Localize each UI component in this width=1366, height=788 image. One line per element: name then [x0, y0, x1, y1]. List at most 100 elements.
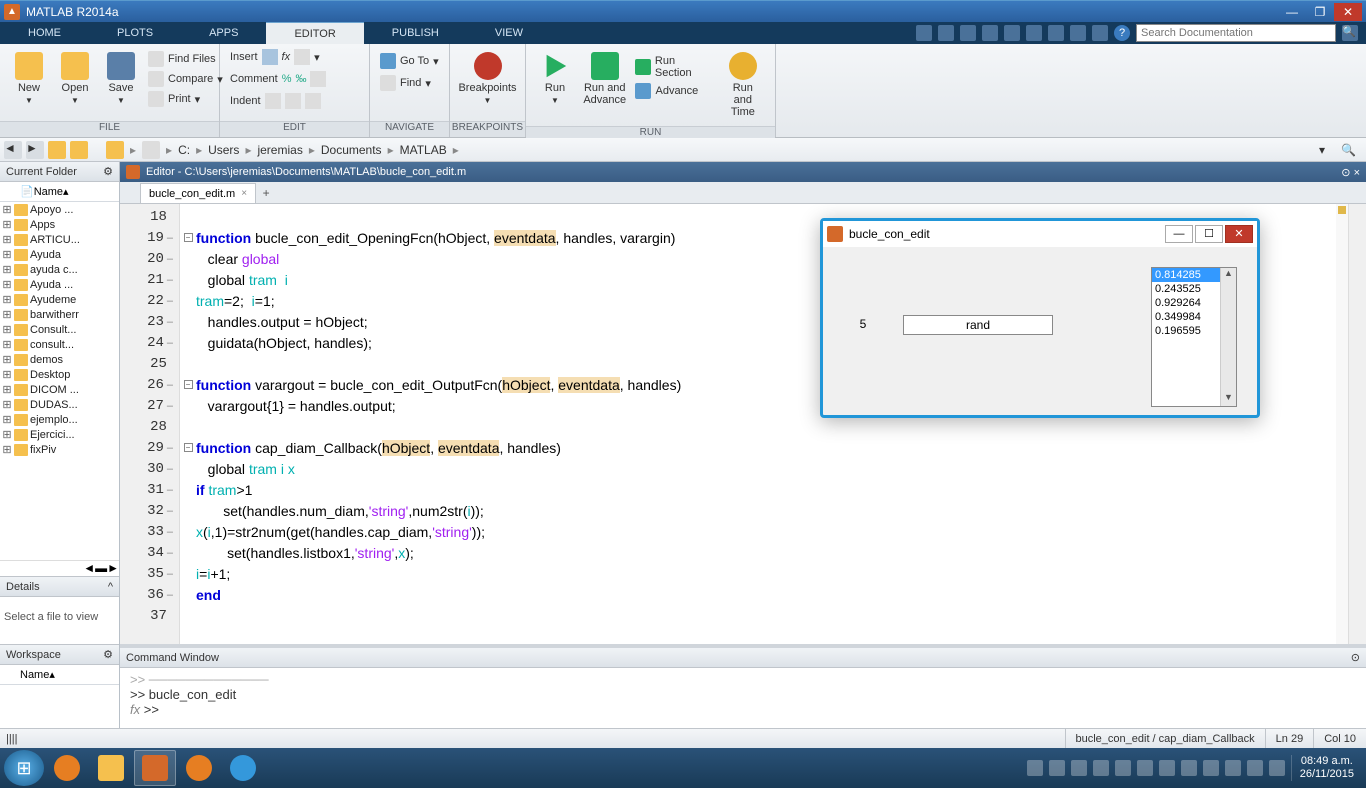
close-button[interactable]: ✕ — [1334, 3, 1362, 21]
expand-icon[interactable]: ^ — [108, 581, 113, 593]
fig-max-button[interactable]: ☐ — [1195, 225, 1223, 243]
runsection-button[interactable]: Run Section — [631, 54, 716, 80]
goto-button[interactable]: Go To ▾ — [376, 52, 443, 70]
qat-icon[interactable] — [982, 25, 998, 41]
run-button[interactable]: Run▼ — [532, 48, 578, 109]
listbox1[interactable]: 0.8142850.2435250.9292640.3499840.196595… — [1151, 267, 1237, 407]
tray-icon[interactable] — [1093, 760, 1109, 776]
command-window[interactable]: >> ───────────── >> bucle_con_edit fx >> — [120, 668, 1366, 721]
qat-icon[interactable] — [1004, 25, 1020, 41]
dropdown-icon[interactable]: ▾ — [1313, 143, 1331, 157]
qat-icon[interactable] — [960, 25, 976, 41]
qat-icon[interactable] — [1026, 25, 1042, 41]
folder-name-column[interactable]: 📄 Name ▴ — [0, 182, 119, 202]
print-button[interactable]: Print ▾ — [144, 90, 227, 108]
tab-view[interactable]: VIEW — [467, 22, 551, 44]
qat-icon[interactable] — [1070, 25, 1086, 41]
folder-item[interactable]: ⊞Apoyo ... — [0, 202, 119, 217]
find-button[interactable]: Find ▾ — [376, 74, 443, 92]
folder-item[interactable]: ⊞Ejercici... — [0, 427, 119, 442]
taskbar-mediaplayer[interactable] — [178, 750, 220, 786]
file-tab[interactable]: bucle_con_edit.m× — [140, 183, 256, 203]
tab-editor[interactable]: EDITOR — [266, 22, 363, 44]
tray-volume-icon[interactable] — [1225, 760, 1241, 776]
up2-icon[interactable] — [70, 141, 88, 159]
open-button[interactable]: Open▼ — [52, 48, 98, 109]
folder-item[interactable]: ⊞ARTICU... — [0, 232, 119, 247]
findfiles-button[interactable]: Find Files — [144, 50, 227, 68]
taskbar-ie[interactable] — [222, 750, 264, 786]
close-tab-icon[interactable]: × — [241, 188, 247, 199]
tab-plots[interactable]: PLOTS — [89, 22, 181, 44]
comment-button[interactable]: Comment % ‰ — [226, 70, 363, 88]
folder-item[interactable]: ⊞Ayuda ... — [0, 277, 119, 292]
fig-min-button[interactable]: — — [1165, 225, 1193, 243]
search-input[interactable] — [1136, 24, 1336, 42]
folder-item[interactable]: ⊞Ayudeme — [0, 292, 119, 307]
tab-home[interactable]: HOME — [0, 22, 89, 44]
tray-icon[interactable] — [1049, 760, 1065, 776]
advance-button[interactable]: Advance — [631, 82, 716, 100]
tray-icon[interactable] — [1027, 760, 1043, 776]
fwd-icon[interactable]: ► — [26, 141, 44, 159]
tab-apps[interactable]: APPS — [181, 22, 266, 44]
folder-item[interactable]: ⊞demos — [0, 352, 119, 367]
folder-item[interactable]: ⊞DICOM ... — [0, 382, 119, 397]
help-icon[interactable]: ? — [1114, 25, 1130, 41]
folder-item[interactable]: ⊞fixPiv — [0, 442, 119, 457]
code-editor[interactable]: 18 19–20–21–22–23–24–25 26–27–28 29–30–3… — [120, 204, 1366, 644]
new-button[interactable]: New▼ — [6, 48, 52, 109]
figure-window[interactable]: bucle_con_edit — ☐ ✕ 5 0.8142850.2435250… — [820, 218, 1260, 418]
runtime-button[interactable]: Run and Time — [717, 48, 769, 122]
insert-button[interactable]: Insert fx ▾ — [226, 48, 363, 66]
crumb[interactable]: Documents — [321, 143, 382, 157]
folder-item[interactable]: ⊞barwitherr — [0, 307, 119, 322]
save-button[interactable]: Save▼ — [98, 48, 144, 109]
crumb[interactable]: jeremias — [257, 143, 302, 157]
scrollbar[interactable]: ◄▬► — [83, 561, 119, 576]
tab-publish[interactable]: PUBLISH — [364, 22, 467, 44]
tray-icon[interactable] — [1203, 760, 1219, 776]
folder-item[interactable]: ⊞DUDAS... — [0, 397, 119, 412]
qat-icon[interactable] — [1048, 25, 1064, 41]
crumb[interactable]: MATLAB — [400, 143, 447, 157]
tray-icon[interactable] — [1071, 760, 1087, 776]
gear-icon[interactable]: ⚙ — [103, 648, 113, 661]
folder-item[interactable]: ⊞Consult... — [0, 322, 119, 337]
ws-name-column[interactable]: Name ▴ — [0, 665, 119, 685]
run-advance-button[interactable]: Run and Advance — [578, 48, 631, 110]
folder-item[interactable]: ⊞consult... — [0, 337, 119, 352]
add-tab-button[interactable]: + — [256, 183, 276, 203]
tray-network-icon[interactable] — [1247, 760, 1263, 776]
tray-icon[interactable] — [1137, 760, 1153, 776]
search-path-icon[interactable]: 🔍 — [1335, 143, 1362, 157]
folder-list[interactable]: ⊞Apoyo ...⊞Apps⊞ARTICU...⊞Ayuda⊞ayuda c.… — [0, 202, 119, 560]
search-icon[interactable]: 🔍 — [1342, 25, 1358, 41]
breakpoints-button[interactable]: Breakpoints▼ — [456, 48, 519, 109]
panel-menu-icon[interactable]: ⊙ × — [1341, 166, 1360, 179]
folder-item[interactable]: ⊞Ayuda — [0, 247, 119, 262]
back-icon[interactable]: ◄ — [4, 141, 22, 159]
crumb[interactable]: Users — [208, 143, 239, 157]
tray-icon[interactable] — [1115, 760, 1131, 776]
folder-item[interactable]: ⊞ayuda c... — [0, 262, 119, 277]
folder-icon[interactable] — [106, 141, 124, 159]
start-button[interactable]: ⊞ — [4, 750, 44, 786]
compare-button[interactable]: Compare ▾ — [144, 70, 227, 88]
tray-icon[interactable] — [1159, 760, 1175, 776]
panel-menu-icon[interactable]: ⊙ — [1351, 651, 1360, 664]
listbox-scrollbar[interactable]: ▲▼ — [1220, 268, 1236, 406]
up-icon[interactable] — [48, 141, 66, 159]
qat-icon[interactable] — [916, 25, 932, 41]
vscrollbar[interactable] — [1348, 204, 1366, 644]
taskbar-matlab[interactable] — [134, 750, 176, 786]
tray-flag-icon[interactable] — [1269, 760, 1285, 776]
taskbar-explorer[interactable] — [90, 750, 132, 786]
tray-icon[interactable] — [1181, 760, 1197, 776]
taskbar-clock[interactable]: 08:49 a.m.26/11/2015 — [1291, 755, 1354, 781]
qat-icon[interactable] — [1092, 25, 1108, 41]
maximize-button[interactable]: ❐ — [1306, 3, 1334, 21]
folder-item[interactable]: ⊞Desktop — [0, 367, 119, 382]
crumb[interactable]: C: — [178, 143, 190, 157]
folder-item[interactable]: ⊞ejemplo... — [0, 412, 119, 427]
